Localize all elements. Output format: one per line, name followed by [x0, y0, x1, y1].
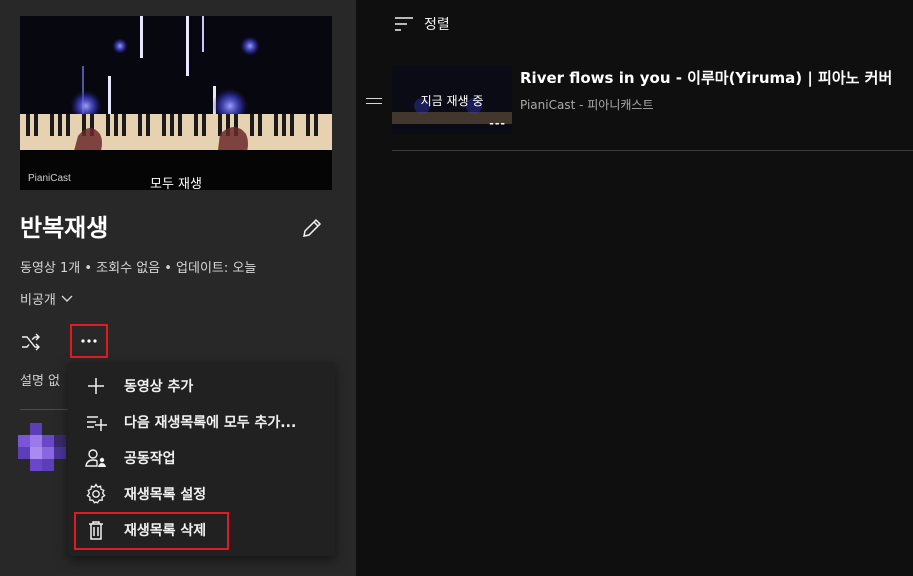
more-horizontal-icon	[81, 339, 97, 343]
menu-item-collaborate[interactable]: 공동작업	[68, 440, 335, 476]
privacy-dropdown[interactable]: 비공개	[20, 289, 74, 308]
menu-item-label: 다음 재생목록에 모두 추가...	[124, 415, 297, 431]
gear-icon	[86, 483, 106, 504]
drag-handle-icon[interactable]	[366, 98, 382, 104]
pencil-icon[interactable]	[300, 216, 324, 240]
delete-highlight-box	[74, 512, 229, 550]
video-title[interactable]: River flows in you - 이루마(Yiruma) | 피아노 커…	[520, 67, 892, 88]
plus-icon	[88, 378, 104, 394]
thumbnail-brand-watermark: PianiCast	[28, 173, 71, 184]
duration-placeholder: ---	[489, 117, 506, 130]
playlist-add-icon	[87, 416, 107, 431]
video-channel[interactable]: PianiCast - 피아니캐스트	[520, 96, 654, 113]
privacy-label: 비공개	[20, 293, 56, 308]
menu-item-label: 공동작업	[124, 451, 176, 467]
collaborate-icon	[85, 449, 106, 467]
video-thumbnail[interactable]: 지금 재생 중 ---	[392, 66, 512, 134]
playlist-description: 설명 없	[20, 374, 61, 389]
playlist-actions-menu: 동영상 추가 다음 재생목록에 모두 추가... 공동작업 재생목록 설정 재생…	[68, 362, 335, 556]
menu-item-label: 동영상 추가	[124, 379, 194, 395]
chevron-down-icon	[61, 295, 73, 302]
divider	[20, 409, 70, 410]
now-playing-label: 지금 재생 중	[420, 94, 484, 108]
more-actions-button[interactable]	[70, 324, 108, 358]
sort-button[interactable]: 정렬	[394, 14, 450, 34]
menu-item-playlist-settings[interactable]: 재생목록 설정	[68, 476, 335, 512]
menu-item-label: 재생목록 설정	[124, 487, 207, 503]
sort-label: 정렬	[424, 17, 450, 33]
playlist-title: 반복재생	[20, 214, 109, 242]
shuffle-icon[interactable]	[20, 331, 42, 353]
menu-item-add-video[interactable]: 동영상 추가	[68, 368, 335, 404]
divider	[392, 150, 913, 151]
piano-thumbnail-art	[20, 16, 332, 190]
sort-icon	[395, 17, 413, 31]
menu-item-add-all-to-playlist[interactable]: 다음 재생목록에 모두 추가...	[68, 404, 335, 440]
playlist-video-row[interactable]: 지금 재생 중 --- River flows in you - 이루마(Yir…	[362, 66, 913, 136]
playlist-thumbnail[interactable]: 모두 재생 PianiCast	[20, 16, 332, 190]
avatar[interactable]	[18, 423, 68, 473]
playlist-meta: 동영상 1개 • 조회수 없음 • 업데이트: 오늘	[20, 261, 257, 276]
